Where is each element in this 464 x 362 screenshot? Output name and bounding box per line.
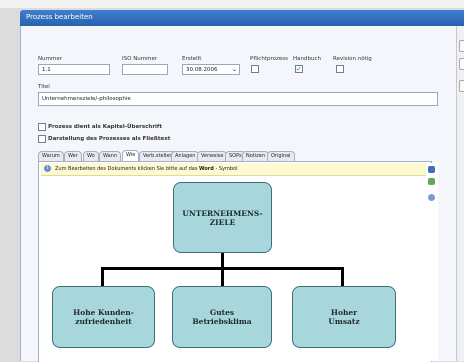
connector-vertical xyxy=(221,253,224,268)
tab-warum[interactable]: Warum xyxy=(38,151,64,161)
org-node-root[interactable]: UNTERNEHMENS- ZIELE xyxy=(173,182,272,253)
tab-wer[interactable]: Wer xyxy=(64,151,82,161)
side-button-1[interactable] xyxy=(459,40,464,52)
revision-label: Revision nötig xyxy=(333,56,372,62)
org-node-child-2[interactable]: Gutes Betriebsklima xyxy=(172,286,272,348)
handbuch-label: Handbuch xyxy=(293,56,321,62)
kapitel-label: Prozess dient als Kapitel-Überschrift xyxy=(48,124,162,130)
top-strip xyxy=(0,0,464,8)
fliesstext-checkbox[interactable] xyxy=(38,135,46,143)
side-button-3[interactable] xyxy=(459,80,464,92)
tab-verweise[interactable]: Verweise xyxy=(197,151,228,161)
nummer-field[interactable]: 1.1 xyxy=(38,64,110,75)
pflicht-label: Pflichtprozess xyxy=(250,56,288,62)
org-node-child-1[interactable]: Hohe Kunden- zufriedenheit xyxy=(52,286,155,348)
tab-wie[interactable]: Wie xyxy=(122,150,140,161)
tab-wo[interactable]: Wo xyxy=(83,151,99,161)
info-bar: i Zum Bearbeiten des Dokuments klicken S… xyxy=(41,163,426,176)
help-icon[interactable] xyxy=(428,194,435,201)
pflicht-checkbox[interactable] xyxy=(251,65,259,73)
erstellt-date-field[interactable]: 30.08.2006 ⌄ xyxy=(182,64,240,75)
iso-field[interactable] xyxy=(122,64,168,75)
iso-label: ISO Nummer xyxy=(122,56,158,62)
org-node-child-3[interactable]: Hoher Umsatz xyxy=(292,286,396,348)
titel-field[interactable]: Unternehmensziele/-philosophie xyxy=(38,92,438,106)
side-button-2[interactable] xyxy=(459,58,464,70)
kapitel-checkbox[interactable] xyxy=(38,123,46,131)
connector-left xyxy=(101,267,104,287)
word-icon[interactable] xyxy=(428,166,435,173)
tab-original[interactable]: Original xyxy=(267,151,295,161)
right-side-panel xyxy=(456,26,464,361)
chevron-down-icon[interactable]: ⌄ xyxy=(232,66,237,73)
vertical-scrollbar[interactable] xyxy=(428,163,438,361)
window-title: Prozess bearbeiten xyxy=(26,13,93,21)
fliesstext-label: Darstellung des Prozesses als Fließtext xyxy=(48,136,171,142)
erstellt-value: 30.08.2006 xyxy=(186,67,218,73)
tab-notizen[interactable]: Notizen xyxy=(242,151,270,161)
titel-label: Titel xyxy=(38,84,50,90)
connector-center xyxy=(221,267,224,287)
tab-anlagen[interactable]: Anlagen xyxy=(171,151,200,161)
nummer-label: Nummer xyxy=(38,56,62,62)
info-icon: i xyxy=(44,165,51,172)
connector-right xyxy=(341,267,344,287)
handbuch-checkbox[interactable]: ✓ xyxy=(295,65,303,73)
erstellt-label: Erstellt xyxy=(182,56,202,62)
tab-wann[interactable]: Wann xyxy=(99,151,122,161)
check-icon: ✓ xyxy=(296,65,302,73)
info-text: Zum Bearbeiten des Dokuments klicken Sie… xyxy=(55,166,238,172)
refresh-icon[interactable] xyxy=(428,178,435,185)
revision-checkbox[interactable] xyxy=(336,65,344,73)
window-titlebar[interactable]: Prozess bearbeiten xyxy=(20,10,464,26)
